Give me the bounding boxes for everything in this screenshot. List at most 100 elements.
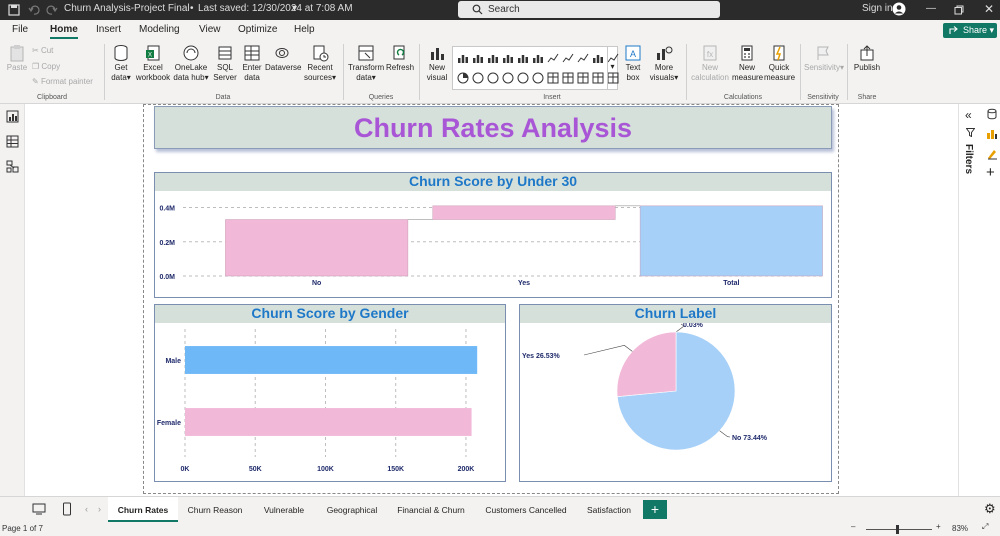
redo-icon[interactable] (46, 4, 58, 16)
sql-server-button[interactable]: SQL Server (212, 44, 238, 83)
tab-financial-churn[interactable]: Financial & Churn (388, 497, 474, 522)
collapse-icon[interactable]: « (965, 108, 972, 122)
gauge-icon[interactable] (532, 72, 544, 84)
gender-bar-visual[interactable]: Churn Score by Gender 0K 50K 100K 150K 200K M… (154, 304, 506, 482)
enter-data-button[interactable]: Enter data (240, 44, 264, 83)
chevron-down-icon[interactable]: ▾ (292, 3, 297, 14)
clustered-bar-icon[interactable] (472, 52, 484, 64)
zoom-slider[interactable] (866, 529, 932, 530)
share-button[interactable]: Share ▾ (943, 23, 997, 38)
tab-churn-reason[interactable]: Churn Reason (180, 497, 250, 522)
model-view-icon[interactable] (6, 160, 19, 173)
quick-measure-button[interactable]: Quick measure (764, 44, 795, 83)
tab-churn-rates[interactable]: Churn Rates (108, 497, 178, 522)
tab-scroll-right-icon[interactable]: › (98, 504, 101, 514)
copy-icon: ❐ (32, 62, 40, 71)
add-pane-icon[interactable]: + (986, 164, 995, 181)
onelake-button[interactable]: OneLake data hub▾ (173, 44, 209, 83)
zoom-out-button[interactable]: – (851, 522, 855, 531)
line-chart-icon[interactable] (547, 52, 559, 64)
publish-button[interactable]: Publish (852, 44, 882, 73)
transform-data-button[interactable]: Transform data▾ (348, 44, 384, 83)
more-visuals-button[interactable]: More visuals▾ (647, 44, 681, 83)
format-painter-button[interactable]: ✎ Format painter (32, 77, 93, 87)
settings-gear-icon[interactable]: ⚙ (984, 501, 996, 517)
table-icon[interactable] (562, 72, 574, 84)
save-icon[interactable] (8, 4, 20, 16)
new-calculation-button[interactable]: fx New calculation (690, 44, 730, 83)
gallery-expand-icon[interactable]: ▾ (607, 47, 617, 89)
close-icon[interactable]: ✕ (984, 2, 994, 16)
tab-geographical[interactable]: Geographical (318, 497, 386, 522)
stacked-column-icon[interactable] (487, 52, 499, 64)
cut-button[interactable]: ✂ Cut (32, 46, 53, 56)
churn-label-pie-visual[interactable]: Churn Label 0.03% No 73.44% Yes 26.53% (519, 304, 832, 482)
group-separator (104, 44, 105, 100)
new-visual-button[interactable]: New visual (424, 44, 450, 83)
user-avatar-icon[interactable] (892, 2, 906, 16)
menu-view[interactable]: View (199, 24, 221, 35)
ribbon-chart-icon[interactable] (577, 52, 589, 64)
menu-help[interactable]: Help (294, 24, 315, 35)
dataverse-icon (275, 48, 289, 58)
donut-chart-icon[interactable] (472, 72, 484, 84)
new-calculation-label: New calculation (691, 63, 729, 82)
zoom-in-button[interactable]: + (936, 522, 941, 531)
tab-vulnerable[interactable]: Vulnerable (252, 497, 316, 522)
search-box[interactable]: Search (458, 1, 720, 18)
filter-icon[interactable] (966, 128, 975, 137)
menu-modeling[interactable]: Modeling (139, 24, 180, 35)
desktop-layout-icon[interactable] (32, 503, 46, 515)
zoom-slider-thumb[interactable] (896, 525, 899, 534)
report-view-icon[interactable] (6, 110, 19, 123)
restore-icon[interactable] (954, 5, 964, 15)
visual-title: Churn Score by Gender (155, 305, 505, 323)
matrix-icon[interactable] (577, 72, 589, 84)
clustered-column-icon[interactable] (502, 52, 514, 64)
pie-chart-icon[interactable] (457, 72, 469, 84)
stacked-bar-icon[interactable] (457, 52, 469, 64)
waterfall-visual[interactable]: Churn Score by Under 30 0.0M 0.2M 0.4M No Ye… (154, 172, 832, 298)
undo-icon[interactable] (28, 4, 40, 16)
menu-optimize[interactable]: Optimize (238, 24, 277, 35)
tab-satisfaction[interactable]: Satisfaction (578, 497, 640, 522)
sensitivity-button[interactable]: Sensitivity▾ (804, 44, 844, 73)
filled-map-icon[interactable] (517, 72, 529, 84)
text-box-button[interactable]: A Text box (622, 44, 644, 83)
paste-button[interactable]: Paste (6, 44, 28, 73)
stacked-bar-100-icon[interactable] (517, 52, 529, 64)
get-data-button[interactable]: Get data▾ (108, 44, 134, 83)
treemap-icon[interactable] (487, 72, 499, 84)
svg-text:fx: fx (707, 50, 713, 59)
queries-group-label: Queries (368, 94, 394, 101)
new-measure-button[interactable]: New measure (732, 44, 763, 83)
report-title-box[interactable]: Churn Rates Analysis (154, 106, 832, 149)
fit-to-page-icon[interactable]: ⤢ (982, 522, 988, 532)
excel-workbook-button[interactable]: X Excel workbook (135, 44, 171, 83)
menu-file[interactable]: File (12, 24, 28, 35)
tab-scroll-left-icon[interactable]: ‹ (85, 504, 88, 514)
recent-sources-button[interactable]: Recent sources▾ (302, 44, 338, 83)
format-icon[interactable] (986, 148, 998, 160)
copy-button[interactable]: ❐ Copy (32, 62, 60, 72)
area-chart-icon[interactable] (562, 52, 574, 64)
menu-home[interactable]: Home (50, 24, 78, 39)
table-view-icon[interactable] (6, 135, 19, 148)
visual-gallery[interactable]: ▾ (452, 46, 619, 90)
menu-insert[interactable]: Insert (96, 24, 121, 35)
refresh-button[interactable]: Refresh (386, 44, 414, 73)
minimize-icon[interactable]: — (926, 3, 936, 14)
data-pane-icon[interactable] (986, 108, 998, 120)
dataverse-button[interactable]: Dataverse (265, 44, 301, 73)
sign-in-link[interactable]: Sign in (862, 3, 893, 14)
card-icon[interactable] (547, 72, 559, 84)
waterfall-icon[interactable] (592, 52, 604, 64)
mobile-layout-icon[interactable] (62, 502, 72, 516)
filters-pane-label[interactable]: Filters (963, 144, 974, 174)
visualizations-icon[interactable] (986, 128, 998, 140)
slicer-icon[interactable] (592, 72, 604, 84)
map-icon[interactable] (502, 72, 514, 84)
column-100-icon[interactable] (532, 52, 544, 64)
add-page-button[interactable]: + (643, 500, 667, 519)
tab-customers-cancelled[interactable]: Customers Cancelled (476, 497, 576, 522)
